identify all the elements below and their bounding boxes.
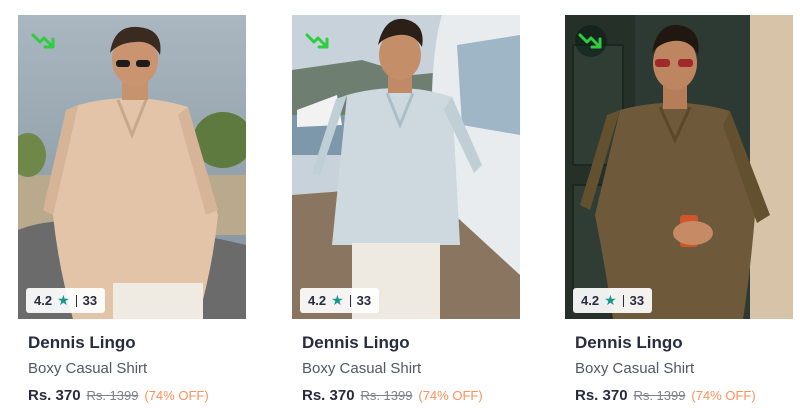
rating-divider [75,294,77,307]
product-brand: Dennis Lingo [28,333,136,352]
product-name: Boxy Casual Shirt [575,360,695,377]
product-photo [18,15,246,319]
product-card[interactable]: 4.2 ★ 33 Dennis Lingo Boxy Casual Shirt … [18,15,246,405]
current-price: Rs. 370 [28,387,81,404]
rating-count: 33 [356,293,372,308]
discount-label: (74% OFF) [691,388,756,403]
product-grid: 4.2 ★ 33 Dennis Lingo Boxy Casual Shirt … [0,0,800,408]
rating-divider [349,294,351,307]
original-price: Rs. 1399 [360,388,413,403]
product-price: Rs. 370 Rs. 1399 (74% OFF) [575,385,793,406]
product-brand: Dennis Lingo [575,333,683,352]
product-name: Boxy Casual Shirt [302,360,422,377]
product-photo [565,15,793,319]
trending-down-icon [302,25,334,57]
discount-label: (74% OFF) [418,388,483,403]
product-photo [292,15,520,319]
product-image[interactable]: 4.2 ★ 33 [18,15,246,319]
rating-badge: 4.2 ★ 33 [300,288,380,313]
rating-count: 33 [82,293,98,308]
rating-count: 33 [629,293,645,308]
current-price: Rs. 370 [575,387,628,404]
discount-label: (74% OFF) [144,388,209,403]
rating-value: 4.2 [34,293,53,308]
rating-value: 4.2 [308,293,327,308]
rating-badge: 4.2 ★ 33 [573,288,653,313]
trending-down-icon [575,25,607,57]
product-image[interactable]: 4.2 ★ 33 [565,15,793,319]
star-icon: ★ [331,292,344,308]
current-price: Rs. 370 [302,387,355,404]
rating-value: 4.2 [581,293,600,308]
star-icon: ★ [604,292,617,308]
product-image[interactable]: 4.2 ★ 33 [292,15,520,319]
product-brand: Dennis Lingo [302,333,410,352]
product-price: Rs. 370 Rs. 1399 (74% OFF) [302,385,520,406]
original-price: Rs. 1399 [86,388,139,403]
product-price: Rs. 370 Rs. 1399 (74% OFF) [28,385,246,406]
product-name: Boxy Casual Shirt [28,360,148,377]
original-price: Rs. 1399 [633,388,686,403]
product-card[interactable]: 4.2 ★ 33 Dennis Lingo Boxy Casual Shirt … [565,15,793,405]
rating-divider [622,294,624,307]
trending-down-icon [28,25,60,57]
product-card[interactable]: 4.2 ★ 33 Dennis Lingo Boxy Casual Shirt … [292,15,520,405]
star-icon: ★ [57,292,70,308]
rating-badge: 4.2 ★ 33 [26,288,106,313]
